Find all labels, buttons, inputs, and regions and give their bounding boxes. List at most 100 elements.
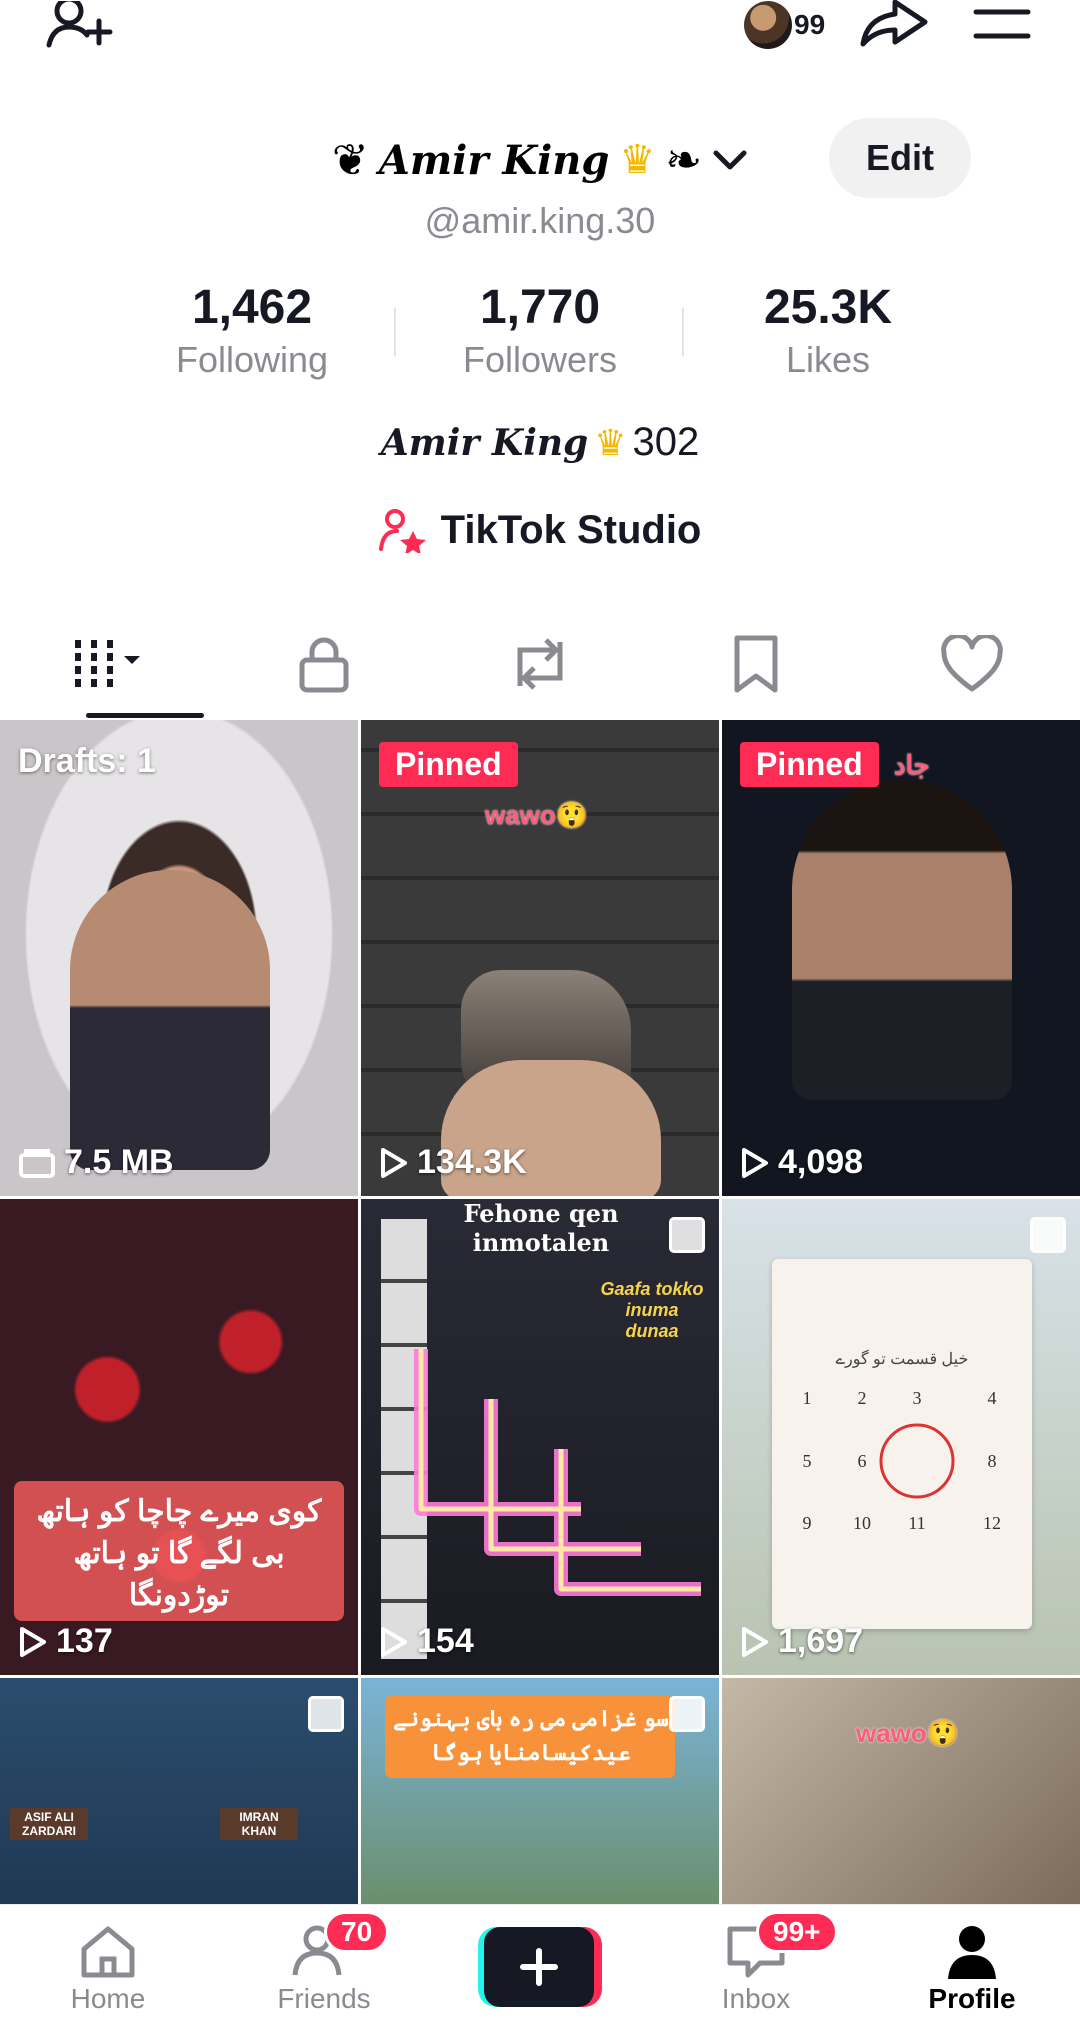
stat-value: 1,462 (191, 281, 313, 334)
content-tabs (0, 610, 1080, 718)
svg-text:1: 1 (803, 1388, 812, 1408)
chevron-down-icon[interactable] (712, 145, 748, 175)
flourish-left-icon: ❦ (331, 135, 369, 185)
view-count: 134.3K (379, 1143, 527, 1182)
plus-icon (520, 1948, 558, 1986)
nav-home[interactable]: Home (0, 1905, 216, 2025)
pinned-badge: Pinned (740, 742, 879, 787)
nav-label: Friends (277, 1983, 371, 2014)
tiktok-studio-link[interactable]: TikTok Studio (0, 508, 1080, 553)
home-icon (81, 1926, 135, 1978)
tab-favorites[interactable] (648, 610, 864, 718)
bio-name: Amir King (380, 421, 589, 464)
drafts-label: Drafts: 1 (18, 742, 156, 780)
svg-text:4: 4 (988, 1388, 997, 1408)
plus-core (484, 1927, 594, 2007)
edit-profile-button[interactable]: Edit (829, 118, 971, 198)
stat-label: Following (175, 339, 329, 380)
stat-label: Likes (785, 339, 871, 380)
play-icon (20, 1626, 46, 1657)
video-caption: کوی میرے چاچا کو ہاتھ بی لگے گا تو ہاتھ … (36, 1495, 322, 1612)
menu-icon[interactable] (970, 4, 1034, 44)
view-count-text: 154 (417, 1622, 474, 1660)
video-thumbnail-draft[interactable]: Drafts: 1 7.5 MB (0, 720, 358, 1196)
svg-text:8: 8 (988, 1451, 997, 1471)
view-count-text: 134.3K (417, 1143, 527, 1181)
video-thumbnail[interactable]: ASIF ALI ZARDARI IMRAN KHAN (0, 1678, 358, 1910)
nav-create[interactable] (432, 1905, 648, 2025)
video-thumbnail[interactable]: wawo😲 (722, 1678, 1080, 1910)
svg-text:3: 3 (913, 1388, 922, 1408)
multi-photo-icon (669, 1217, 705, 1253)
video-thumbnail[interactable]: کوی میرے چاچا کو ہاتھ بی لگے گا تو ہاتھ … (0, 1199, 358, 1675)
video-caption: wawo😲 (485, 800, 589, 830)
view-count: 4,098 (740, 1143, 863, 1182)
video-caption: خیل قسمت تو گورے (835, 1351, 969, 1368)
stat-label: Followers (462, 339, 618, 380)
crown-icon: ♛ (594, 421, 627, 463)
tab-reposts[interactable] (432, 610, 648, 718)
video-caption: wawo😲 (856, 1718, 960, 1748)
pinned-badge: Pinned (379, 742, 518, 787)
stat-likes[interactable]: 25.3K Likes (684, 280, 972, 390)
heart-icon (941, 635, 1003, 692)
bio-number: 302 (632, 420, 700, 464)
video-thumbnail[interactable]: سو غزامی می رہ بای بہنونے عیدکیسامنایا ہ… (361, 1678, 719, 1910)
neon-arrows-overlay (414, 1349, 701, 1596)
nav-inbox[interactable]: Inbox 99+ (648, 1905, 864, 2025)
create-button[interactable] (478, 1927, 602, 2007)
video-size-text: 7.5 MB (64, 1143, 174, 1181)
tab-liked[interactable] (864, 610, 1080, 718)
person-figure (792, 780, 1012, 1100)
notification-count: 99 (794, 9, 826, 40)
profile-handle: @amir.king.30 (424, 200, 656, 241)
play-icon (381, 1147, 407, 1178)
stat-value: 1,770 (479, 281, 601, 334)
profile-name: Amir King (378, 136, 610, 184)
stat-following[interactable]: 1,462 Following (108, 280, 396, 390)
nav-label: Profile (928, 1983, 1016, 2014)
inbox-badge: 99+ (756, 1911, 838, 1953)
studio-label: TikTok Studio (440, 508, 702, 552)
video-caption: Fehone qen inmotalen (463, 1199, 619, 1257)
add-friend-icon[interactable] (40, 0, 120, 50)
video-thumbnail[interactable]: Fehone qen inmotalen Gaafa tokko inuma d… (361, 1199, 719, 1675)
play-icon (381, 1626, 407, 1657)
grid-icon (75, 640, 140, 688)
profile-bio: Amir King ♛ 302 (0, 420, 1080, 465)
nav-label: Inbox (721, 1983, 791, 2014)
view-count: 154 (379, 1622, 474, 1661)
video-size: 7.5 MB (18, 1143, 174, 1182)
svg-text:9: 9 (803, 1513, 812, 1533)
lock-icon (299, 637, 349, 693)
svg-text:11: 11 (908, 1513, 925, 1533)
profile-icon (948, 1926, 996, 1979)
nav-profile[interactable]: Profile (864, 1905, 1080, 2025)
caption-tag: ASIF ALI ZARDARI (10, 1808, 88, 1840)
view-count-text: 4,098 (778, 1143, 864, 1181)
play-icon (742, 1626, 768, 1657)
play-icon (742, 1147, 768, 1178)
svg-text:10: 10 (853, 1513, 871, 1533)
svg-text:2: 2 (858, 1388, 867, 1408)
tab-videos[interactable] (0, 610, 216, 718)
video-thumbnail[interactable]: Pinned جاد 4,098 (722, 720, 1080, 1196)
active-tab-indicator (86, 713, 204, 718)
video-thumbnail[interactable]: Pinned wawo😲 134.3K (361, 720, 719, 1196)
profile-avatar-small[interactable]: 99 (744, 0, 844, 50)
nav-label: Home (70, 1983, 146, 2014)
video-caption: سو غزامی می رہ بای بہنونے عیدکیسامنایا ہ… (393, 1706, 669, 1765)
drafts-folder-icon (19, 1148, 55, 1178)
svg-text:5: 5 (803, 1451, 812, 1471)
friends-badge: 70 (324, 1911, 390, 1953)
stat-value: 25.3K (763, 281, 893, 334)
caption-tag-secondary: IMRAN KHAN (220, 1808, 298, 1840)
tab-private[interactable] (216, 610, 432, 718)
nav-friends[interactable]: Friends 70 (216, 1905, 432, 2025)
svg-text:12: 12 (983, 1513, 1001, 1533)
share-icon[interactable] (858, 0, 930, 48)
multi-photo-icon (308, 1696, 344, 1732)
video-thumbnail[interactable]: خیل قسمت تو گورے 1234 568 9 10 11 12 1,697 (722, 1199, 1080, 1675)
stat-followers[interactable]: 1,770 Followers (396, 280, 684, 390)
multi-photo-icon (1030, 1217, 1066, 1253)
